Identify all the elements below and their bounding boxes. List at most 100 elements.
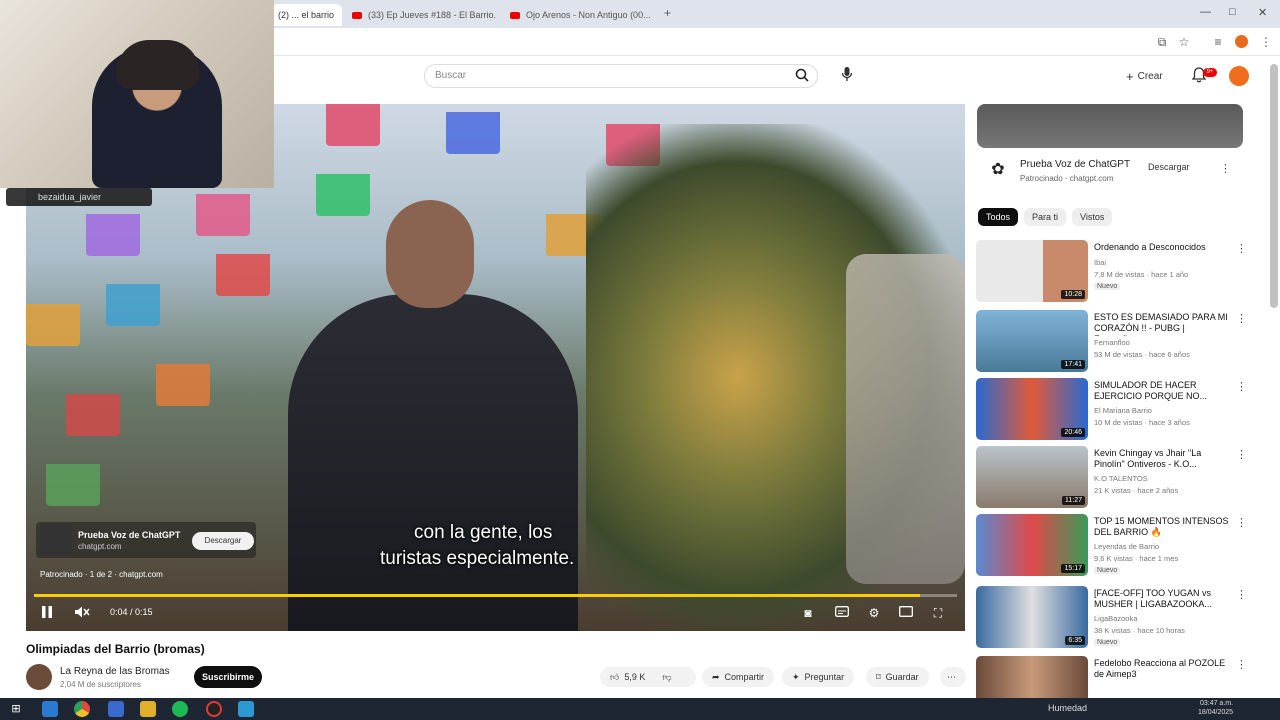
ask-label: Preguntar (804, 672, 845, 682)
screenshot-icon[interactable]: ⧉ (1154, 34, 1170, 50)
rec-title[interactable]: Fedelobo Reacciona al POZOLE de Aimep3 (1094, 658, 1230, 680)
new-tab-button[interactable]: + (664, 6, 671, 20)
more-options-icon[interactable]: ⋮ (1236, 312, 1247, 325)
clock-time: 03:47 a.m. (1199, 700, 1234, 707)
share-icon: ➦ (712, 671, 720, 682)
create-button[interactable]: + Crear (1126, 67, 1163, 85)
ask-button[interactable]: ✦ Preguntar (782, 667, 855, 687)
browser-tab[interactable]: (33) Ep Jueves #188 - El Barrio... ✕ (346, 4, 496, 26)
ad-info-icon[interactable]: ◙ (800, 605, 816, 621)
notification-count-badge: 9+ (1203, 68, 1217, 77)
rec-thumbnail[interactable]: 10:28 (976, 240, 1088, 302)
save-button[interactable]: ⌑ Guardar (866, 667, 929, 687)
ad-card-title: Prueba Voz de ChatGPT (78, 530, 181, 540)
more-options-icon[interactable]: ⋮ (1236, 448, 1247, 461)
more-options-icon[interactable]: ⋮ (1220, 162, 1231, 175)
bookmark-icon: ⌑ (876, 671, 881, 682)
weather-widget[interactable]: Humedad (1048, 703, 1087, 713)
share-button[interactable]: ➦ Compartir (702, 667, 775, 687)
rec-channel[interactable]: Leyendas de Barrio (1094, 542, 1159, 551)
rec-channel[interactable]: El Mariana Barrio (1094, 406, 1152, 415)
close-window-button[interactable]: ✕ (1258, 6, 1267, 19)
browser-tab[interactable]: Ojo Arenos - Non Antiguo (00... ✕ (504, 4, 656, 26)
taskbar-clock[interactable]: 03:47 a.m. 18/04/2025 (1198, 699, 1233, 717)
theater-mode-icon[interactable] (898, 605, 914, 621)
subscribe-button[interactable]: Suscribirme (194, 666, 262, 688)
rec-title[interactable]: ESTO ES DEMASIADO PARA MI CORAZÓN !! - P… (1094, 312, 1230, 336)
dislike-icon[interactable]: 👎︎ (662, 672, 671, 683)
reading-list-icon[interactable]: ≡ (1210, 34, 1226, 50)
chip-vistos[interactable]: Vistos (1072, 208, 1113, 226)
rec-title[interactable]: Ordenando a Desconocidos (1094, 242, 1230, 253)
mail-icon[interactable] (108, 701, 124, 717)
tab-title: (33) Ep Jueves #188 - El Barrio... (368, 10, 496, 20)
streamer-headphones (116, 40, 200, 90)
fullscreen-icon[interactable]: ⛶ (930, 605, 946, 621)
chrome-icon[interactable] (74, 701, 90, 717)
volume-muted-icon[interactable] (74, 605, 92, 621)
duration-badge: 11:27 (1062, 496, 1085, 505)
chip-todos[interactable]: Todos (978, 208, 1019, 226)
chip-para-ti[interactable]: Para ti (1024, 208, 1067, 226)
like-icon[interactable]: 👍︎ (610, 672, 619, 683)
more-options-icon[interactable]: ⋮ (1236, 380, 1247, 393)
maximize-button[interactable]: □ (1229, 6, 1236, 18)
windows-start-icon[interactable]: ⊞ (8, 701, 24, 717)
telegram-icon[interactable] (238, 701, 254, 717)
ad-card-url: chatgpt.com (78, 542, 122, 551)
rec-channel[interactable]: LigaBazooka (1094, 614, 1137, 623)
rec-meta: 7,8 M de vistas · hace 1 año (1094, 270, 1189, 279)
rec-thumbnail[interactable]: 6:35 (976, 586, 1088, 648)
search-icon[interactable] (794, 68, 810, 84)
rec-thumbnail[interactable]: 11:27 (976, 446, 1088, 508)
duration-badge: 6:35 (1065, 636, 1085, 645)
search-input[interactable]: Buscar (424, 64, 818, 88)
menu-icon[interactable]: ⋮ (1258, 34, 1274, 50)
subtitles-icon[interactable] (834, 605, 850, 621)
sidebar-ad-title[interactable]: Prueba Voz de ChatGPT (1020, 159, 1130, 170)
obs-icon[interactable] (206, 701, 222, 717)
rec-channel[interactable]: Fernanfloo (1094, 338, 1130, 347)
pause-icon[interactable] (40, 605, 54, 621)
rec-thumbnail[interactable]: 20:46 (976, 378, 1088, 440)
rec-title[interactable]: TOP 15 MOMENTOS INTENSOS DEL BARRIO 🔥 (1094, 516, 1230, 538)
more-actions-button[interactable]: ⋯ (940, 667, 966, 687)
bookmark-star-icon[interactable]: ☆ (1176, 34, 1192, 50)
rec-thumbnail[interactable] (976, 656, 1088, 698)
ad-download-button[interactable]: Descargar (192, 532, 254, 550)
minimize-button[interactable]: — (1200, 6, 1211, 18)
streamer-name-tag: bezaidua_javier (6, 188, 152, 206)
rec-thumbnail[interactable]: 17:41 (976, 310, 1088, 372)
rec-title[interactable]: Kevin Chingay vs Jhair "La Pinolín" Onti… (1094, 448, 1230, 470)
like-count[interactable]: 5,9 K (624, 672, 645, 682)
more-options-icon[interactable]: ⋮ (1236, 242, 1247, 255)
file-explorer-icon[interactable] (140, 701, 156, 717)
progress-bar-fill (34, 594, 921, 597)
user-avatar[interactable] (1229, 66, 1249, 86)
edge-icon[interactable] (42, 701, 58, 717)
subtitle-line: turistas especialmente. (380, 548, 575, 569)
rec-channel[interactable]: K.O TALENTOS (1094, 474, 1148, 483)
settings-gear-icon[interactable]: ⚙ (866, 605, 882, 621)
channel-avatar[interactable] (26, 664, 52, 690)
spotify-icon[interactable] (172, 701, 188, 717)
windows-taskbar (0, 698, 1280, 720)
browser-tab-active[interactable]: (2) ... el barrio ✕ (272, 4, 342, 26)
page-scrollbar[interactable] (1270, 64, 1278, 308)
profile-avatar[interactable] (1235, 35, 1248, 48)
microphone-icon[interactable] (838, 66, 856, 86)
rec-title[interactable]: SIMULADOR DE HACER EJERCICIO PORQUE NO..… (1094, 380, 1230, 402)
channel-name[interactable]: La Reyna de las Bromas (60, 666, 170, 677)
rec-meta: 38 K vistas · hace 10 horas (1094, 626, 1185, 635)
more-options-icon[interactable]: ⋮ (1236, 658, 1247, 671)
more-options-icon[interactable]: ⋮ (1236, 516, 1247, 529)
sidebar-ad-banner[interactable] (977, 104, 1243, 148)
chatgpt-logo-icon: ✿ (991, 161, 1005, 178)
sidebar-ad-sponsored: Patrocinado · chatgpt.com (1020, 174, 1114, 183)
more-options-icon[interactable]: ⋮ (1236, 588, 1247, 601)
rec-thumbnail[interactable]: 15:17 (976, 514, 1088, 576)
rec-channel[interactable]: Ibai (1094, 258, 1106, 267)
sidebar-ad-download-button[interactable]: Descargar (1148, 162, 1190, 172)
rec-title[interactable]: [FACE-OFF] TOO YUGAN vs MUSHER | LIGABAZ… (1094, 588, 1230, 610)
rec-meta: 10 M de vistas · hace 3 años (1094, 418, 1190, 427)
